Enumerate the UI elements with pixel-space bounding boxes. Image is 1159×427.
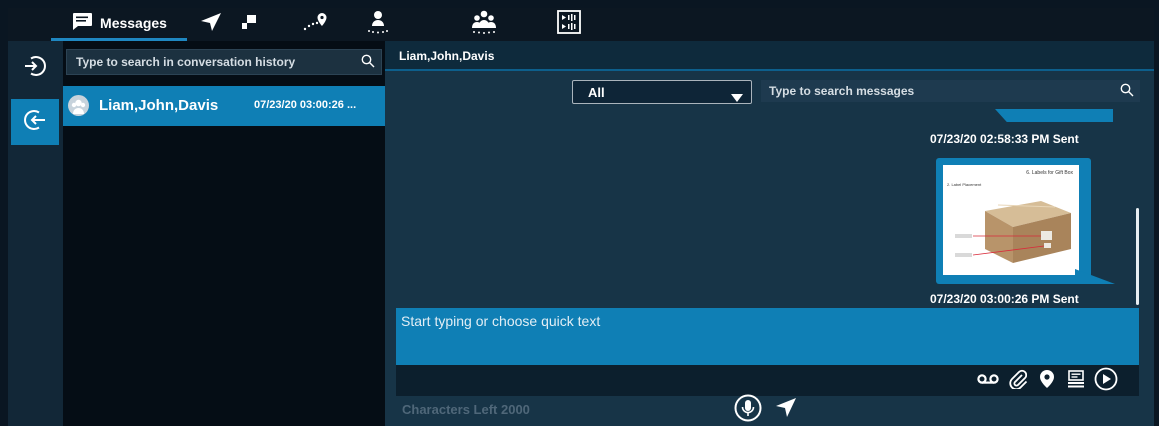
compose-toolbar <box>396 365 1139 396</box>
send-button[interactable] <box>772 396 800 424</box>
microphone-icon <box>734 394 762 427</box>
search-icon[interactable] <box>1120 83 1134 102</box>
attach-button[interactable] <box>1007 369 1029 394</box>
message-input[interactable] <box>401 313 1131 358</box>
message-filter-select[interactable]: All <box>572 80 752 104</box>
chat-header: Liam,John,Davis <box>385 41 1154 71</box>
message-search-box <box>761 80 1140 102</box>
conversation-list-panel: Liam,John,Davis 07/23/20 03:00:26 ... <box>63 41 385 426</box>
sign-out-icon <box>24 109 46 136</box>
send-arrow-icon <box>774 396 798 425</box>
message-bubble <box>995 109 1113 122</box>
play-circle-icon <box>1094 367 1118 396</box>
chat-title: Liam,John,Davis <box>399 49 495 63</box>
filter-value: All <box>588 85 605 100</box>
navigation-arrow-icon <box>200 12 222 37</box>
quick-text-button[interactable] <box>1065 369 1087 393</box>
keyboard-icon <box>1067 369 1085 393</box>
tab-messages-label: Messages <box>100 15 167 31</box>
tab-messages[interactable]: Messages <box>51 8 187 41</box>
tab-send[interactable] <box>194 8 228 41</box>
characters-left: Characters Left 2000 <box>402 402 530 417</box>
group-icon <box>470 10 498 39</box>
tab-minimize[interactable] <box>236 8 262 41</box>
share-location-button[interactable] <box>1036 369 1058 394</box>
bubble-tail <box>1075 269 1115 284</box>
message-scrollbar[interactable] <box>1136 208 1139 305</box>
tab-group[interactable] <box>466 8 502 41</box>
conversation-name: Liam,John,Davis <box>99 97 219 114</box>
app-window: Messages Type to search in conversation … <box>0 0 1159 426</box>
message-search-input[interactable] <box>769 83 1099 99</box>
login-button[interactable] <box>11 45 59 91</box>
voicemail-button[interactable] <box>977 370 999 392</box>
top-tab-bar: Messages <box>8 8 1154 41</box>
message-timestamp: 07/23/20 03:00:26 PM Sent <box>930 292 1079 306</box>
audio-player-icon <box>557 10 581 39</box>
chat-panel: Liam,John,Davis All 07/23/20 02:58:33 PM… <box>385 41 1154 426</box>
tab-location-people[interactable] <box>360 8 396 41</box>
search-icon[interactable] <box>361 54 375 73</box>
push-to-talk-button[interactable] <box>734 394 762 427</box>
conversation-search-box <box>66 49 382 75</box>
minimize-window-icon <box>241 14 257 35</box>
paperclip-icon <box>1009 369 1028 394</box>
chat-icon <box>71 12 93 35</box>
conversation-time: 07/23/20 03:00:26 ... <box>254 99 357 111</box>
left-rail <box>8 41 63 426</box>
sign-in-icon <box>24 55 46 82</box>
tab-route[interactable] <box>293 8 337 41</box>
person-location-icon <box>365 10 391 39</box>
message-timestamp: 07/23/20 02:58:33 PM Sent <box>930 132 1079 146</box>
group-avatar-icon <box>68 95 89 116</box>
attached-image[interactable]: 6. Labels for Gift Box 2. Label Placemen… <box>943 165 1079 275</box>
tab-audio-player[interactable] <box>551 8 587 41</box>
caret-down-icon <box>731 89 743 107</box>
map-pin-icon <box>1039 369 1055 394</box>
send-circle-button[interactable] <box>1093 367 1119 396</box>
compose-area <box>396 308 1139 365</box>
route-pin-icon <box>302 12 328 37</box>
voicemail-icon <box>977 372 999 390</box>
image-message-bubble[interactable]: 6. Labels for Gift Box 2. Label Placemen… <box>936 158 1091 284</box>
conversation-item[interactable]: Liam,John,Davis 07/23/20 03:00:26 ... <box>63 86 385 126</box>
logout-button[interactable] <box>11 99 59 145</box>
gift-box-photo <box>955 201 1071 263</box>
conversation-search-input[interactable] <box>76 54 346 70</box>
